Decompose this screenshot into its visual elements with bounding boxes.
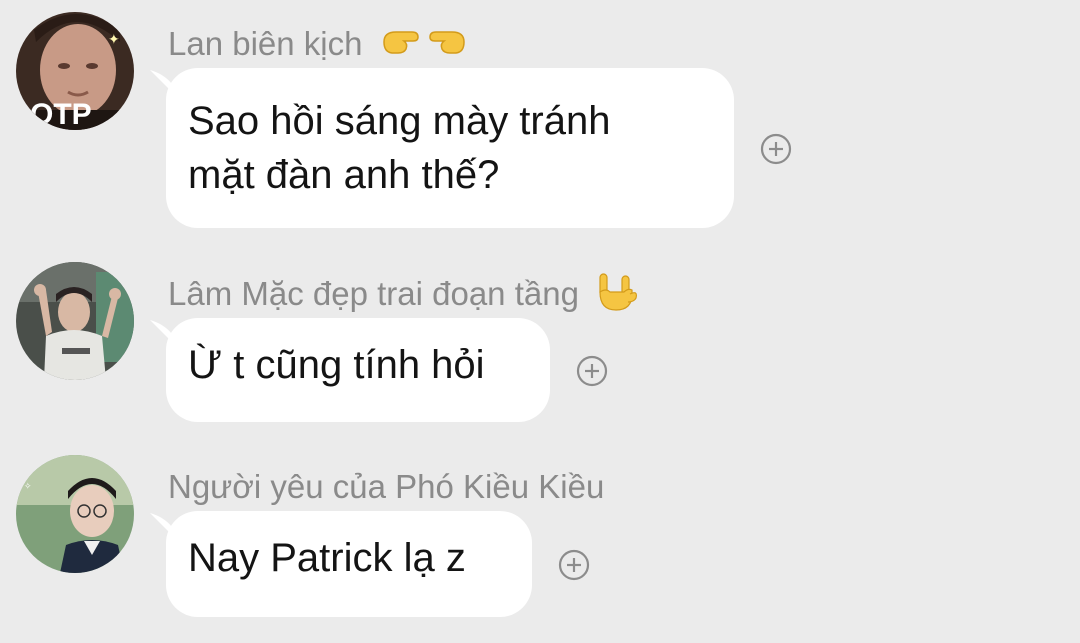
message-text-line: Nay Patrick lạ z bbox=[188, 536, 466, 580]
message-bubble[interactable]: Nay Patrick lạ z bbox=[166, 511, 532, 617]
sender-name-text: Người yêu của Phó Kiều Kiều bbox=[168, 468, 605, 505]
sender-name: Người yêu của Phó Kiều Kiều bbox=[168, 467, 604, 507]
add-reaction-icon[interactable] bbox=[558, 549, 590, 581]
svg-text:✧: ✧ bbox=[24, 482, 32, 492]
chat-message: ✧ Người yêu của Phó Kiều Kiều Nay Patric… bbox=[0, 0, 1080, 630]
avatar[interactable]: ✧ bbox=[16, 455, 134, 573]
